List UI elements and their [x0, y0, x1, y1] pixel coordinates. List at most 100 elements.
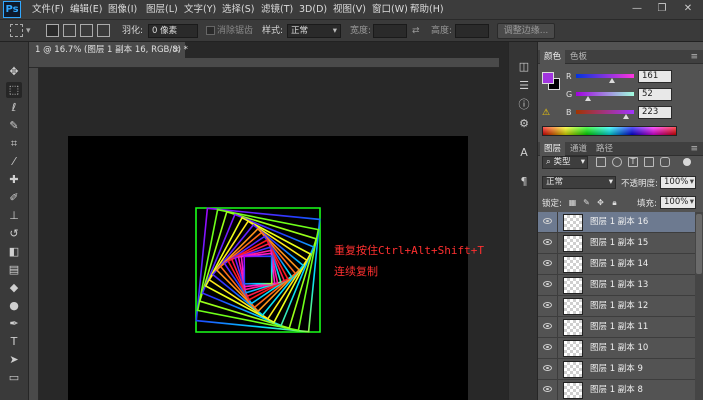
layer-thumbnail[interactable] — [563, 214, 583, 231]
g-value[interactable]: 52 — [638, 88, 672, 101]
r-value[interactable]: 161 — [638, 70, 672, 83]
history-brush-tool-icon[interactable]: ↺ — [6, 226, 22, 242]
fill-input[interactable]: 100% ▾ — [660, 196, 696, 209]
layer-row[interactable]: 图层 1 副本 15 — [538, 233, 695, 254]
tab-swatches[interactable]: 色板 — [566, 50, 591, 64]
eye-icon[interactable] — [543, 302, 552, 308]
layer-row[interactable]: 图层 1 副本 13 — [538, 275, 695, 296]
tool-preset-chevron-icon[interactable]: ▾ — [26, 20, 31, 42]
eye-icon[interactable] — [543, 281, 552, 287]
filter-adjustment-icon[interactable] — [612, 157, 622, 167]
layer-thumbnail[interactable] — [563, 319, 583, 336]
eye-icon[interactable] — [543, 323, 552, 329]
r-slider-thumb[interactable] — [609, 78, 615, 83]
canvas-workspace[interactable] — [39, 68, 499, 400]
menu-help[interactable]: 帮助(H) — [410, 0, 444, 20]
filter-kind-select[interactable]: ⌕ 类型 ▾ — [542, 156, 588, 169]
close-icon[interactable]: × — [173, 42, 180, 58]
eye-icon[interactable] — [543, 386, 552, 392]
new-selection-icon[interactable] — [46, 24, 59, 37]
menu-filter[interactable]: 滤镜(T) — [261, 0, 293, 20]
maximize-button[interactable]: ❐ — [652, 2, 672, 16]
history-panel-icon[interactable]: ◫ — [516, 60, 532, 74]
eye-icon[interactable] — [543, 218, 552, 224]
b-value[interactable]: 223 — [638, 106, 672, 119]
layer-name[interactable]: 图层 1 副本 10 — [590, 338, 648, 359]
layer-name[interactable]: 图层 1 副本 14 — [590, 254, 648, 275]
add-selection-icon[interactable] — [63, 24, 76, 37]
antialias-checkbox[interactable] — [206, 26, 215, 35]
layer-row[interactable]: 图层 1 副本 10 — [538, 338, 695, 359]
layer-thumbnail[interactable] — [563, 235, 583, 252]
layer-thumbnail[interactable] — [563, 277, 583, 294]
layer-row[interactable]: 图层 1 副本 16 — [538, 212, 695, 233]
r-slider[interactable] — [576, 74, 634, 78]
gradient-tool-icon[interactable]: ▤ — [6, 262, 22, 278]
filter-shape-icon[interactable] — [644, 157, 654, 167]
crop-tool-icon[interactable]: ⌗ — [6, 136, 22, 152]
tab-channels[interactable]: 通道 — [566, 142, 591, 156]
menu-edit[interactable]: 编辑(E) — [70, 0, 102, 20]
path-selection-tool-icon[interactable]: ➤ — [6, 352, 22, 368]
minimize-button[interactable]: — — [627, 2, 647, 16]
blend-mode-select[interactable]: 正常 ▾ — [542, 176, 616, 189]
adjustments-panel-icon[interactable]: ⚙ — [516, 117, 532, 131]
layer-name[interactable]: 图层 1 副本 12 — [590, 296, 648, 317]
layers-scrollbar-thumb[interactable] — [696, 214, 702, 274]
menu-layer[interactable]: 图层(L) — [146, 0, 178, 20]
intersect-selection-icon[interactable] — [97, 24, 110, 37]
eye-icon[interactable] — [543, 365, 552, 371]
layer-thumbnail[interactable] — [563, 382, 583, 399]
menu-view[interactable]: 视图(V) — [333, 0, 366, 20]
eraser-tool-icon[interactable]: ◧ — [6, 244, 22, 260]
color-spectrum-bar[interactable] — [542, 126, 677, 136]
foreground-color-swatch[interactable] — [542, 72, 554, 84]
layer-thumbnail[interactable] — [563, 298, 583, 315]
menu-type[interactable]: 文字(Y) — [184, 0, 216, 20]
dodge-tool-icon[interactable]: ● — [6, 298, 22, 314]
menu-file[interactable]: 文件(F) — [32, 0, 64, 20]
brush-tool-icon[interactable]: ✐ — [6, 190, 22, 206]
filter-smart-object-icon[interactable] — [660, 157, 670, 167]
tab-color[interactable]: 颜色 — [540, 50, 566, 64]
width-input[interactable] — [373, 24, 407, 38]
layer-name[interactable]: 图层 1 副本 13 — [590, 275, 648, 296]
eye-icon[interactable] — [543, 344, 552, 350]
paragraph-panel-icon[interactable]: ¶ — [516, 175, 532, 189]
eye-icon[interactable] — [543, 260, 552, 266]
layer-name[interactable]: 图层 1 副本 8 — [590, 380, 643, 400]
menu-select[interactable]: 选择(S) — [222, 0, 254, 20]
menu-3d[interactable]: 3D(D) — [299, 0, 327, 20]
close-button[interactable]: ✕ — [678, 2, 698, 16]
layer-thumbnail[interactable] — [563, 340, 583, 357]
panel-menu-icon[interactable]: ≡ — [690, 142, 698, 156]
layer-name[interactable]: 图层 1 副本 16 — [590, 212, 648, 233]
layer-name[interactable]: 图层 1 副本 11 — [590, 317, 648, 338]
info-panel-icon[interactable]: ⓘ — [516, 98, 532, 112]
lock-image-icon[interactable]: ✎ — [582, 198, 591, 207]
lock-all-icon[interactable]: 🔒︎ — [610, 198, 619, 207]
menu-window[interactable]: 窗口(W) — [372, 0, 408, 20]
layer-row[interactable]: 图层 1 副本 9 — [538, 359, 695, 380]
layers-scrollbar[interactable] — [695, 212, 703, 400]
layer-row[interactable]: 图层 1 副本 14 — [538, 254, 695, 275]
blur-tool-icon[interactable]: ◆ — [6, 280, 22, 296]
refine-edge-button[interactable]: 调整边缘... — [497, 23, 555, 39]
move-tool-icon[interactable]: ✥ — [6, 64, 22, 80]
g-slider-thumb[interactable] — [585, 96, 591, 101]
layer-row[interactable]: 图层 1 副本 11 — [538, 317, 695, 338]
filter-toggle-icon[interactable] — [683, 158, 691, 166]
filter-type-icon[interactable]: T — [628, 157, 638, 167]
opacity-input[interactable]: 100% ▾ — [660, 176, 696, 189]
clone-stamp-tool-icon[interactable]: ⊥ — [6, 208, 22, 224]
eye-icon[interactable] — [543, 239, 552, 245]
menu-image[interactable]: 图像(I) — [108, 0, 137, 20]
b-slider-thumb[interactable] — [623, 114, 629, 119]
quick-selection-tool-icon[interactable]: ✎ — [6, 118, 22, 134]
lasso-tool-icon[interactable]: ℓ — [6, 100, 22, 116]
panel-menu-icon[interactable]: ≡ — [690, 50, 698, 64]
rectangle-tool-icon[interactable]: ▭ — [6, 370, 22, 386]
subtract-selection-icon[interactable] — [80, 24, 93, 37]
layer-name[interactable]: 图层 1 副本 15 — [590, 233, 648, 254]
layer-name[interactable]: 图层 1 副本 9 — [590, 359, 643, 380]
